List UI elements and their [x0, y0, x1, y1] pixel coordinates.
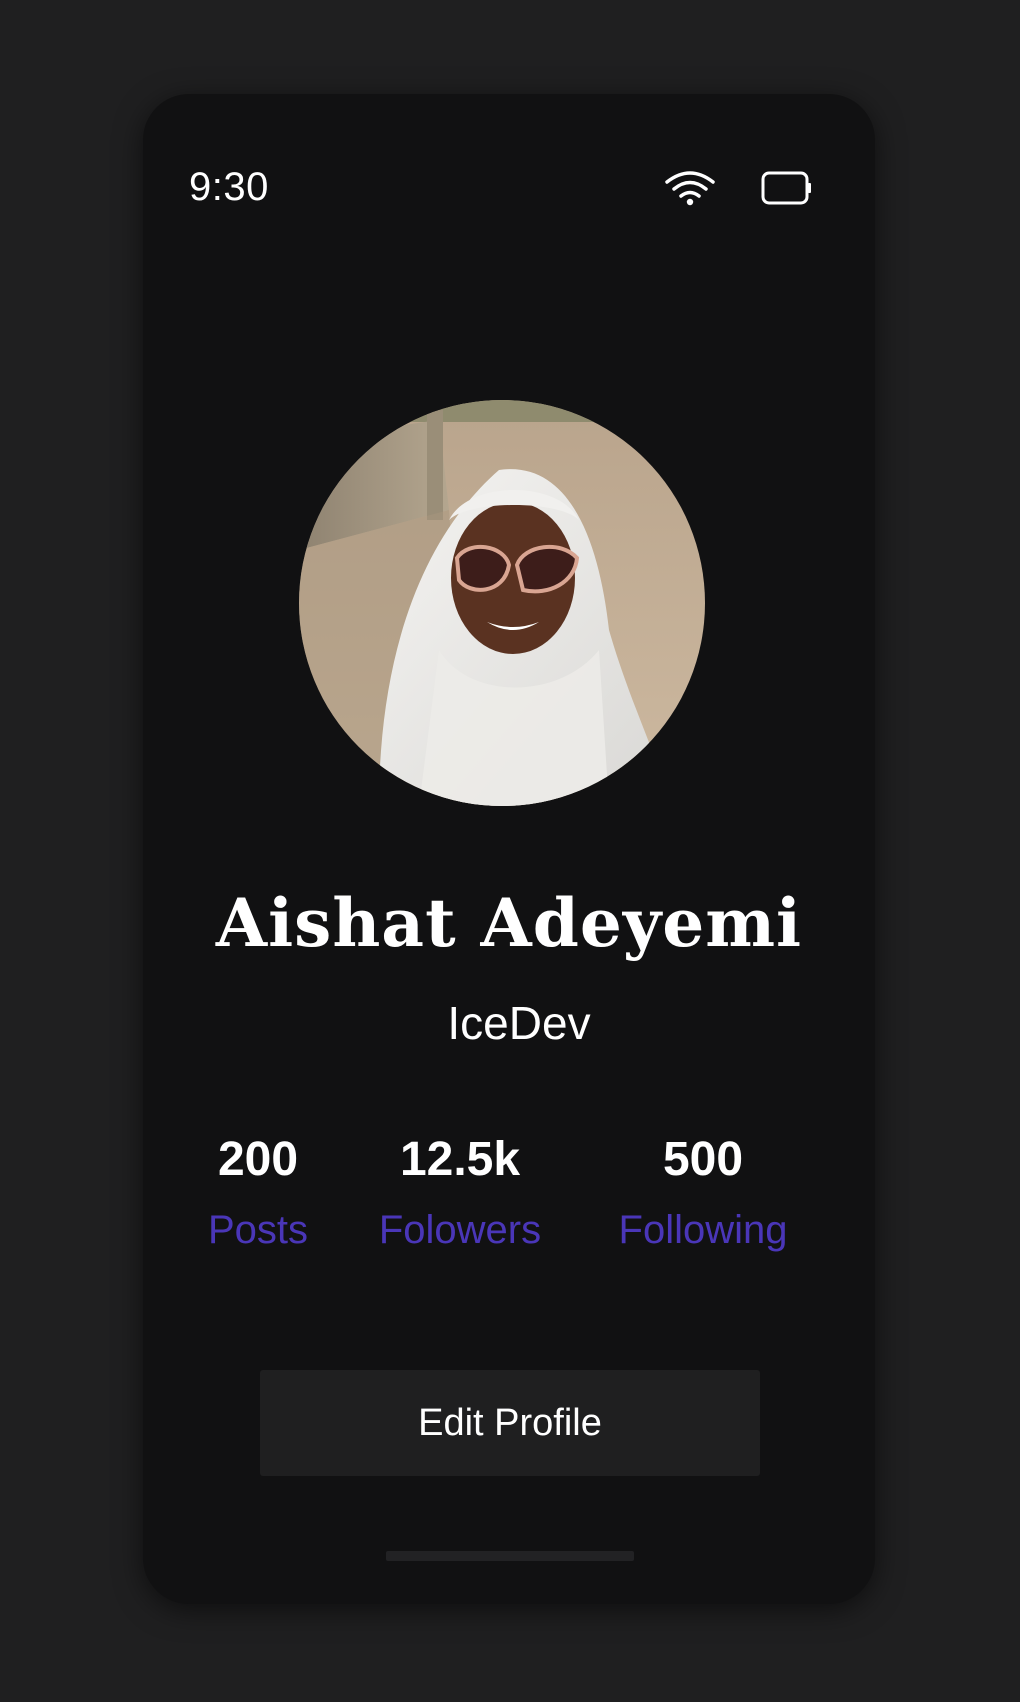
- stat-following-value: 500: [662, 1133, 744, 1186]
- stat-followers-value: 12.5k: [399, 1133, 521, 1186]
- stat-posts-value: 200: [217, 1133, 299, 1186]
- profile-name: Aishat Adeyemi: [215, 884, 803, 962]
- battery-icon: [761, 171, 811, 205]
- stat-following[interactable]: 500 Following: [603, 1129, 803, 1255]
- stat-following-label: Following: [618, 1208, 788, 1252]
- stat-followers[interactable]: 12.5k Folowers: [365, 1129, 555, 1255]
- stat-followers-label: Folowers: [378, 1208, 542, 1252]
- stat-posts-label: Posts: [207, 1208, 309, 1252]
- wifi-icon: [665, 171, 715, 206]
- status-time: 9:30: [189, 165, 269, 209]
- avatar[interactable]: [299, 400, 705, 806]
- home-indicator[interactable]: [386, 1551, 634, 1561]
- stat-posts[interactable]: 200 Posts: [173, 1129, 343, 1255]
- profile-photo: [299, 400, 705, 806]
- edit-profile-button[interactable]: Edit Profile: [260, 1370, 760, 1476]
- phone-frame: 9:30 Aishat Adeyemi IceDev 200 Posts 12.…: [143, 94, 875, 1604]
- profile-handle: IceDev: [447, 997, 591, 1049]
- status-bar: 9:30: [143, 94, 875, 214]
